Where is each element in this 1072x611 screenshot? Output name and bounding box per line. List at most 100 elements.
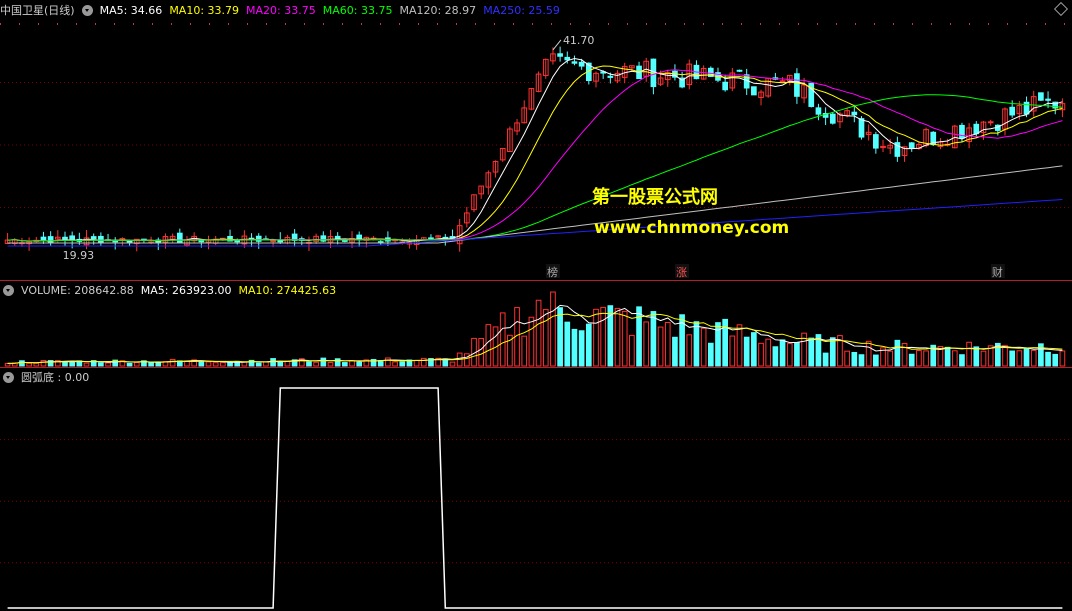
toggle-arrow-icon[interactable]	[3, 371, 14, 383]
volume-bar	[126, 362, 133, 367]
volume-bar	[342, 362, 348, 367]
volume-bar	[829, 337, 836, 367]
volume-bar	[951, 350, 958, 367]
volume-bar	[557, 307, 563, 367]
volume-bar	[851, 351, 858, 367]
volume-bar	[420, 357, 427, 367]
volume-bar	[327, 362, 334, 367]
volume-bar	[672, 336, 678, 367]
volume-bar	[794, 342, 800, 367]
candle-body	[973, 123, 980, 135]
candle-body	[959, 124, 965, 139]
price-chart[interactable]: 41.70 19.93 榜 涨 财	[0, 0, 1072, 280]
volume-bar	[542, 309, 549, 367]
volume-bar	[270, 358, 276, 367]
toggle-arrow-icon[interactable]	[81, 4, 93, 16]
toggle-arrow-icon[interactable]	[3, 284, 14, 296]
candle-body	[176, 232, 183, 243]
volume-bar	[1052, 353, 1059, 367]
volume-bar	[1059, 350, 1066, 367]
volume-bar	[722, 318, 728, 367]
volume-bar	[528, 316, 535, 367]
volume-legend: VOLUME: 208642.88 MA5: 263923.00 MA10: 2…	[0, 282, 343, 298]
stock-name: 中国卫星(日线)	[0, 4, 75, 17]
volume-bar	[263, 361, 269, 367]
candle-body	[829, 113, 836, 124]
volume-bar	[392, 361, 398, 367]
candle-body	[578, 61, 585, 67]
volume-bar	[550, 291, 556, 367]
volume-bar	[614, 307, 621, 367]
volume-bar	[40, 359, 47, 367]
candle-body	[607, 75, 614, 78]
volume-bar	[894, 339, 901, 367]
candle-body	[342, 239, 348, 242]
volume-bar	[212, 362, 219, 367]
candle-body	[62, 236, 68, 240]
volume-bar	[62, 361, 68, 367]
volume-bar	[657, 326, 664, 367]
volume-bar	[356, 361, 363, 367]
volume-bar	[887, 350, 894, 367]
volume-bar	[822, 352, 829, 367]
candle-body	[1009, 106, 1016, 116]
volume-bar	[700, 327, 707, 367]
volume-bar	[765, 338, 772, 367]
volume-bar	[105, 362, 111, 367]
volume-bar	[844, 350, 850, 367]
volume-bar	[313, 361, 319, 367]
volume-bar	[758, 342, 764, 367]
volume-bar	[571, 328, 578, 367]
candle-body	[234, 240, 241, 243]
volume-panel[interactable]: VOLUME: 208642.88 MA5: 263923.00 MA10: 2…	[0, 281, 1072, 367]
volume-bar	[636, 306, 642, 367]
volume-bar	[743, 336, 750, 367]
ma60-label: MA60: 33.75	[322, 3, 393, 17]
volume-bar	[980, 350, 987, 367]
candle-body	[873, 134, 879, 149]
volume-bar	[736, 324, 743, 367]
volume-bar	[779, 339, 786, 367]
volume-bar	[686, 334, 693, 367]
volume-bar	[629, 334, 635, 367]
volume-bar	[349, 360, 355, 367]
candle-body	[794, 73, 800, 97]
indicator-title: 圆弧底 : 0.00	[21, 371, 90, 384]
candle-body	[722, 81, 728, 91]
volume-bar	[26, 362, 32, 367]
volume-bar	[908, 353, 915, 367]
volume-bar	[133, 362, 140, 367]
price-panel[interactable]: 41.70 19.93 榜 涨 财 中国卫星(日线) MA5: 34.66 MA10: …	[0, 0, 1072, 280]
volume-bar	[227, 361, 233, 367]
volume-bar	[485, 324, 492, 367]
candle-body	[779, 80, 786, 83]
indicator-chart[interactable]	[0, 368, 1072, 611]
volume-bar	[621, 310, 628, 367]
watermark-title: 第一股票公式网	[592, 187, 718, 208]
volume-bar	[578, 330, 585, 367]
volume-bar	[1045, 351, 1051, 367]
volume-bar	[650, 311, 657, 367]
volume-bar	[1023, 347, 1030, 367]
candle-body	[987, 121, 994, 124]
candle-body	[90, 236, 97, 240]
ma250-label: MA250: 25.59	[483, 3, 560, 17]
volume-bar	[377, 360, 384, 367]
indicator-panel[interactable]: 圆弧底 : 0.00	[0, 368, 1072, 611]
volume-bar	[205, 361, 212, 367]
volume-bar	[916, 350, 922, 367]
candle-body	[571, 61, 578, 64]
candle-body	[1045, 98, 1051, 101]
ma20-label: MA20: 33.75	[246, 3, 316, 17]
event-label: 财	[992, 265, 1003, 279]
volume-bar	[585, 323, 592, 367]
volume-bar	[98, 362, 104, 367]
volume-bar	[255, 362, 262, 367]
volume-bar	[198, 361, 205, 367]
volume-bar	[1038, 343, 1044, 367]
volume-bar	[83, 362, 90, 367]
ma120-label: MA120: 28.97	[399, 3, 477, 17]
volume-bar	[385, 357, 391, 367]
volume-bar	[858, 354, 865, 367]
volume-bar	[19, 360, 25, 367]
